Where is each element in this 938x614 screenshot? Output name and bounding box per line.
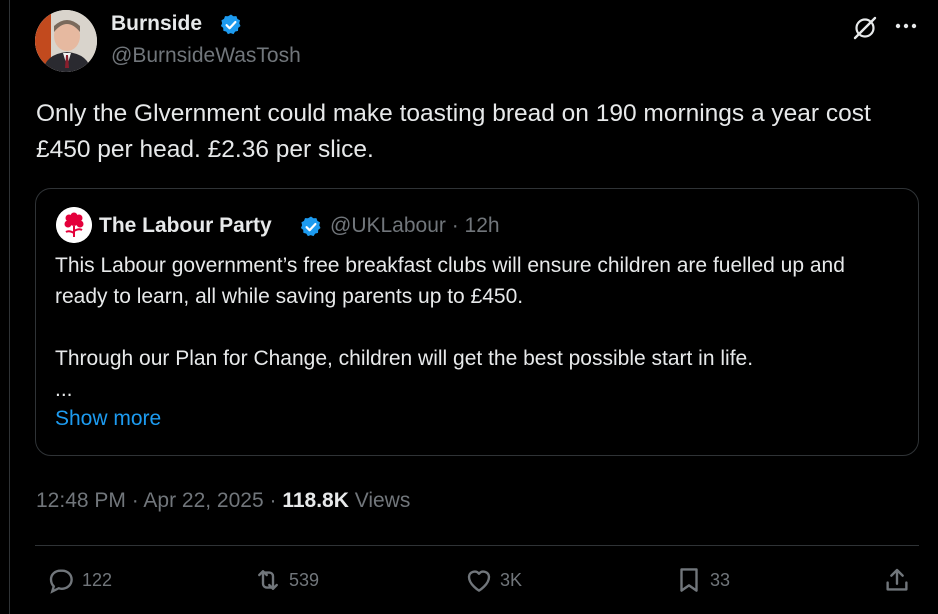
quoted-author-name[interactable]: The Labour Party xyxy=(99,214,272,238)
share-button[interactable] xyxy=(882,564,918,596)
timeline-rule xyxy=(9,0,10,614)
bookmark-count: 33 xyxy=(710,569,731,590)
grok-icon[interactable] xyxy=(851,14,879,42)
share-icon xyxy=(886,568,908,591)
repost-icon xyxy=(258,570,278,590)
timestamp[interactable]: 12:48 PM · Apr 22, 2025 · xyxy=(36,489,282,512)
repost-button[interactable]: 539 xyxy=(253,564,319,596)
bookmark-icon xyxy=(680,568,698,592)
repost-count: 539 xyxy=(289,569,320,590)
reply-button[interactable]: 122 xyxy=(46,564,112,596)
views-label: Views xyxy=(348,489,411,512)
author-handle[interactable]: @BurnsideWasTosh xyxy=(111,44,301,68)
quoted-handle-time[interactable]: @UKLabour · 12h xyxy=(330,214,500,238)
divider xyxy=(35,545,919,546)
reply-icon xyxy=(49,569,73,594)
author-name[interactable]: Burnside xyxy=(111,12,202,36)
more-icon[interactable] xyxy=(893,16,919,36)
tweet-meta: 12:48 PM · Apr 22, 2025 · 118.8K Views xyxy=(36,489,410,513)
quoted-avatar xyxy=(56,207,92,243)
like-count: 3K xyxy=(500,569,523,590)
quoted-verified-badge-icon xyxy=(300,216,321,237)
like-button[interactable]: 3K xyxy=(464,564,522,596)
bookmark-button[interactable]: 33 xyxy=(674,564,730,596)
verified-badge-icon xyxy=(220,14,241,35)
quoted-tweet-text: This Labour government’s free breakfast … xyxy=(55,254,845,401)
tweet-text: Only the Glvernment could make toasting … xyxy=(36,100,878,163)
views-count: 118.8K xyxy=(282,489,349,512)
show-more-link[interactable]: Show more xyxy=(55,407,161,431)
like-icon xyxy=(467,570,491,592)
quoted-tweet-card[interactable]: The Labour Party @UKLabour · 12h This La… xyxy=(35,188,919,456)
author-avatar[interactable] xyxy=(35,10,97,72)
reply-count: 122 xyxy=(82,569,113,590)
